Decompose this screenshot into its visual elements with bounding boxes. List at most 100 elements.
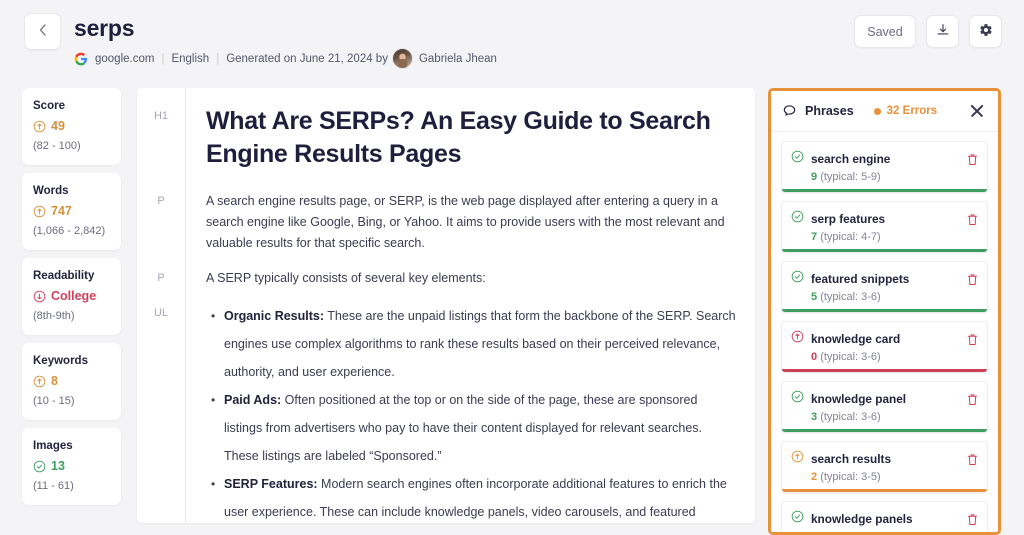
phrase-count: 2: [811, 471, 818, 483]
phrase-typical-range: (typical: 3-6): [820, 351, 881, 363]
phrase-item[interactable]: knowledge card 0 (typical: 3-6): [781, 321, 988, 373]
check-circle-icon: [791, 210, 804, 228]
phrase-status-bar: [782, 188, 987, 192]
phrase-item[interactable]: knowledge panel 3 (typical: 3-6): [781, 381, 988, 433]
heading-1[interactable]: What Are SERPs? An Easy Guide to Search …: [206, 105, 737, 171]
arrow-up-circle-icon: [33, 375, 46, 388]
phrases-list: search engine 9 (typical: 5-9) serp feat: [771, 132, 998, 532]
list-item-text: Often positioned at the top or on the si…: [224, 393, 703, 463]
list-item[interactable]: Paid Ads: Often positioned at the top or…: [211, 386, 737, 470]
phrase-name: serp features: [811, 212, 886, 226]
stat-range: (11 - 61): [33, 480, 74, 492]
stat-label: Images: [33, 440, 73, 452]
phrase-item[interactable]: knowledge panels 3 (typical: 2-4): [781, 501, 988, 532]
list-item-label: SERP Features:: [224, 477, 318, 491]
meta-generated-date: Generated on June 21, 2024 by: [226, 52, 388, 65]
check-circle-icon: [791, 510, 804, 528]
phrase-count: 0: [811, 351, 818, 363]
settings-button[interactable]: [969, 15, 1002, 48]
stat-range: (1,066 - 2,842): [33, 225, 106, 237]
phrase-count: 3: [811, 531, 817, 532]
phrase-status-bar: [782, 428, 987, 432]
app-root: serps google.com | English | Generated o…: [0, 0, 1024, 535]
stat-value: 747: [51, 204, 72, 218]
phrase-count: 5: [811, 291, 818, 303]
stat-card-readability[interactable]: Readability College (8th-9th): [22, 258, 121, 335]
close-icon[interactable]: [968, 102, 986, 120]
trash-icon[interactable]: [967, 153, 978, 166]
document-block-list: UL Organic Results: These are the unpaid…: [137, 293, 755, 523]
phrase-typical-range: (typical: 3-6): [820, 291, 881, 303]
trash-icon[interactable]: [967, 333, 978, 346]
phrase-item[interactable]: search engine 9 (typical: 5-9): [781, 141, 988, 193]
speech-bubble-icon: [782, 104, 797, 119]
page-header: serps google.com | English | Generated o…: [0, 0, 1024, 80]
stat-value: 8: [51, 374, 58, 388]
arrow-up-circle-icon: [33, 205, 46, 218]
paragraph-text[interactable]: A SERP typically consists of several key…: [206, 268, 737, 289]
metrics-sidebar: Score 49 (82 - 100) Words 747 (1,066 - 2…: [22, 88, 121, 513]
trash-icon[interactable]: [967, 513, 978, 526]
header-actions: Saved: [854, 15, 1002, 48]
phrases-panel-title: Phrases: [805, 104, 854, 118]
block-tag: H1: [153, 110, 169, 122]
chevron-left-icon: [39, 24, 46, 39]
google-logo-icon: [74, 52, 88, 66]
stat-value: College: [51, 289, 97, 303]
trash-icon[interactable]: [967, 393, 978, 406]
stat-card-keywords[interactable]: Keywords 8 (10 - 15): [22, 343, 121, 420]
phrase-item[interactable]: featured snippets 5 (typical: 3-6): [781, 261, 988, 313]
stat-label: Score: [33, 100, 65, 112]
phrase-typical-range: (typical: 3-5): [820, 471, 881, 483]
phrase-status-bar: [782, 248, 987, 252]
paragraph-text[interactable]: A search engine results page, or SERP, i…: [206, 191, 737, 254]
phrases-panel-header: Phrases 32 Errors: [771, 91, 998, 132]
check-circle-icon: [791, 390, 804, 408]
trash-icon[interactable]: [967, 213, 978, 226]
meta-author: Gabriela Jhean: [418, 52, 497, 65]
phrase-typical-range: (typical: 2-4): [820, 531, 881, 532]
meta-separator-2: |: [216, 52, 220, 65]
phrase-item[interactable]: search results 2 (typical: 3-5): [781, 441, 988, 493]
stat-card-score[interactable]: Score 49 (82 - 100): [22, 88, 121, 165]
meta-language: English: [171, 52, 210, 65]
document-editor: H1 What Are SERPs? An Easy Guide to Sear…: [137, 88, 755, 523]
trash-icon[interactable]: [967, 453, 978, 466]
document-block-paragraph-1: P A search engine results page, or SERP,…: [137, 181, 755, 258]
phrase-name: search results: [811, 452, 892, 466]
phrase-name: search engine: [811, 152, 891, 166]
check-circle-icon: [791, 150, 804, 168]
phrase-typical-range: (typical: 3-6): [820, 411, 881, 423]
document-block-h1: H1 What Are SERPs? An Easy Guide to Sear…: [137, 88, 755, 181]
list-item-label: Organic Results:: [224, 309, 325, 323]
bullet-list: Organic Results: These are the unpaid li…: [206, 302, 737, 523]
block-tag: P: [157, 195, 165, 207]
phrase-name: knowledge card: [811, 332, 901, 346]
meta-domain: google.com: [95, 52, 155, 65]
stat-value: 49: [51, 119, 65, 133]
document-meta: google.com | English | Generated on June…: [74, 48, 497, 69]
errors-badge: 32 Errors: [873, 105, 937, 117]
meta-separator-1: |: [161, 52, 165, 65]
arrow-up-circle-icon: [791, 450, 804, 468]
stat-range: (82 - 100): [33, 140, 81, 152]
arrow-down-circle-icon: [33, 290, 46, 303]
list-item[interactable]: SERP Features: Modern search engines oft…: [211, 470, 737, 523]
list-item[interactable]: Organic Results: These are the unpaid li…: [211, 302, 737, 386]
stat-card-words[interactable]: Words 747 (1,066 - 2,842): [22, 173, 121, 250]
phrase-item[interactable]: serp features 7 (typical: 4-7): [781, 201, 988, 253]
phrase-typical-range: (typical: 4-7): [820, 231, 881, 243]
saved-button[interactable]: Saved: [854, 15, 916, 48]
arrow-up-circle-icon: [33, 120, 46, 133]
block-tag: P: [157, 272, 165, 284]
block-tag: UL: [153, 307, 169, 319]
phrase-count: 9: [811, 171, 818, 183]
download-button[interactable]: [926, 15, 959, 48]
trash-icon[interactable]: [967, 273, 978, 286]
phrase-name: knowledge panels: [811, 512, 913, 526]
stat-card-images[interactable]: Images 13 (11 - 61): [22, 428, 121, 505]
phrase-name: knowledge panel: [811, 392, 907, 406]
back-button[interactable]: [24, 13, 61, 50]
page-title: serps: [74, 15, 135, 41]
phrase-name: featured snippets: [811, 272, 910, 286]
